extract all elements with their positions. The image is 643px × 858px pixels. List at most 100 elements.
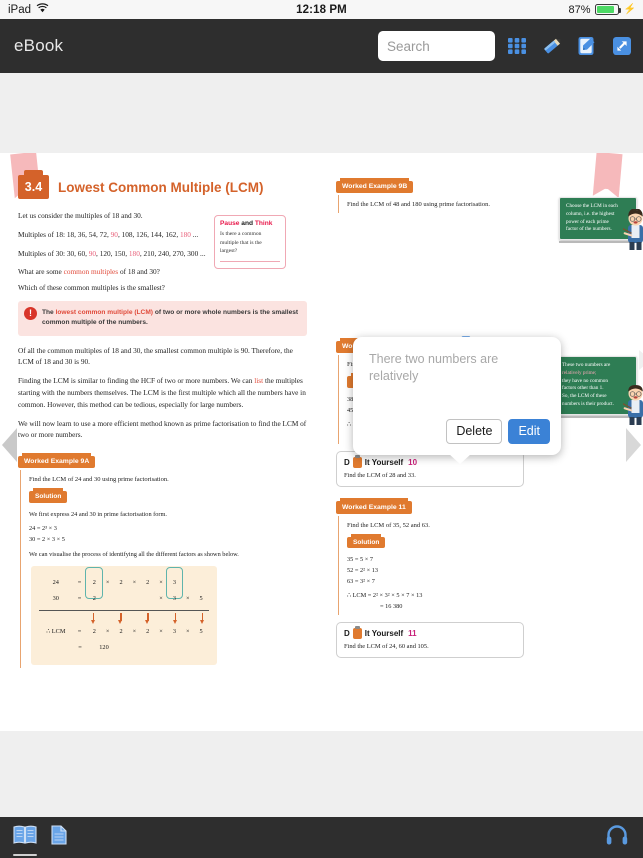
clock: 12:18 PM xyxy=(296,3,347,16)
headphones-icon[interactable] xyxy=(605,824,629,851)
q1-highlight: common multiples xyxy=(63,267,119,277)
m18-mid: , 108, 126, 144, 162, xyxy=(117,229,180,239)
row1-c5: × xyxy=(159,579,163,587)
q1-b: of 18 and 30? xyxy=(118,267,160,277)
row2-label: 30 xyxy=(52,595,59,603)
lcm-c1: × xyxy=(105,628,110,636)
board2-line5: So, the LCM of these xyxy=(562,393,607,400)
teacher-character-1 xyxy=(622,208,643,251)
delete-note-button[interactable]: Delete xyxy=(446,418,503,444)
add-note-icon[interactable] xyxy=(574,33,600,59)
two-page-view-icon[interactable] xyxy=(12,824,38,856)
worked-example-9b-tag: Worked Example 9B xyxy=(336,177,414,193)
callout-a: The xyxy=(42,309,56,317)
m30-highlight-90: 90 xyxy=(88,248,97,258)
lcm-c2: 2 xyxy=(119,628,123,636)
diy10-body: Find the LCM of 28 and 33. xyxy=(344,471,416,479)
row1-c6: 3 xyxy=(165,566,184,599)
bottom-toolbar xyxy=(0,817,643,858)
we11-l3: 63 = 3² × 7 xyxy=(347,578,375,586)
pause-and-think-body: Is there a common multiple that is the l… xyxy=(220,231,262,255)
top-toolbar: eBook xyxy=(0,19,643,73)
worked-example-9a: Worked Example 9A Find the LCM of 24 and… xyxy=(18,450,307,668)
lcm-c6: 3 xyxy=(172,628,176,636)
next-page-arrow[interactable] xyxy=(626,428,641,462)
expand-fullscreen-icon[interactable] xyxy=(609,33,635,59)
we9a-line2: 24 = 2³ × 3 xyxy=(29,524,57,532)
lcm-c4: 2 xyxy=(146,628,150,636)
previous-page-arrow[interactable] xyxy=(2,428,17,462)
we9a-line4: We can visualise the process of identify… xyxy=(29,550,239,558)
grid-thumbnails-icon[interactable] xyxy=(504,33,530,59)
we11-l5: = 16 380 xyxy=(380,603,403,611)
search-input[interactable] xyxy=(387,38,486,54)
m30-highlight-180: 180 xyxy=(128,248,140,258)
row1-c2: 2 xyxy=(119,579,123,587)
row2-c0: 2 xyxy=(92,595,96,603)
we9a-solution-tag: Solution xyxy=(29,488,68,503)
row1-c3: × xyxy=(132,579,137,587)
result-eq: = xyxy=(78,644,82,652)
highlighter-pencil-icon[interactable] xyxy=(539,33,565,59)
board1-line1: Choose the LCM in each xyxy=(566,203,618,209)
search-field[interactable] xyxy=(378,31,495,61)
m30-suffix: , 210, 240, 270, 300 ... xyxy=(139,248,206,258)
teacher-character-2 xyxy=(622,384,643,426)
note-text: There two numbers are relatively xyxy=(369,352,499,383)
section-number-badge: 3.4 xyxy=(18,170,49,199)
pause-rule xyxy=(220,260,280,262)
worked-example-11-tag: Worked Example 11 xyxy=(336,498,412,514)
paragraph-all-multiples: Of all the common multiples of 18 and 30… xyxy=(18,345,293,367)
we9a-line3: 30 = 2 × 3 × 5 xyxy=(29,535,65,543)
view-mode-group xyxy=(0,824,68,856)
charging-bolt-icon: ⚡ xyxy=(623,4,636,15)
do-it-yourself-10: D It Yourself 10 Find the LCM of 28 and … xyxy=(336,450,524,487)
bookmark-ribbon-right xyxy=(593,153,623,191)
we11-l4: ∴ LCM = 2² × 3² × 5 × 7 × 13 xyxy=(347,592,423,600)
table-result-row: = 120 xyxy=(39,640,209,656)
note-popover-actions: Delete Edit xyxy=(446,418,550,444)
toolbar-actions xyxy=(378,31,635,61)
diy11-heading: D It Yourself 11 xyxy=(344,626,516,640)
pause-use: use xyxy=(228,220,242,227)
worked-example-11: Worked Example 11 Find the LCM of 35, 52… xyxy=(336,496,627,616)
we9a-question: Find the LCM of 24 and 30 using prime fa… xyxy=(29,476,169,484)
battery-percent: 87% xyxy=(568,3,591,16)
status-right: 87% ⚡ xyxy=(569,4,636,16)
lcm-label: ∴ LCM xyxy=(46,628,66,636)
callout-highlight: lowest common multiple (LCM) xyxy=(55,309,154,317)
table-row: 24 = 2 × 2 × 2 × 3 xyxy=(39,566,209,599)
we11-l2: 52 = 2² × 13 xyxy=(347,567,379,575)
find-highlight: list xyxy=(254,376,264,386)
board2-line2: relatively prime; xyxy=(562,369,597,376)
diy11-body: Find the LCM of 24, 60 and 105. xyxy=(344,643,429,651)
blackboard-hint-2: These two numbers are relatively prime; … xyxy=(555,350,643,425)
diy10-suffix: It Yourself xyxy=(364,457,404,467)
single-page-view-icon[interactable] xyxy=(50,824,68,851)
battery-icon xyxy=(594,4,621,15)
pointer-flag-icon xyxy=(639,350,643,370)
diy11-prefix: D xyxy=(344,629,350,639)
board2-line6: numbers is their product. xyxy=(562,400,614,407)
down-arrow-icon xyxy=(141,612,155,624)
clipboard-icon xyxy=(352,454,362,468)
row2-c8: 5 xyxy=(199,595,203,603)
worked-example-9a-tag: Worked Example 9A xyxy=(18,452,96,469)
we11-solution-tag: Solution xyxy=(347,533,386,549)
worked-example-9a-body: Find the LCM of 24 and 30 using prime fa… xyxy=(20,470,307,668)
row1-label: 24 xyxy=(52,579,59,587)
row1-eq: = xyxy=(77,579,82,587)
down-arrow-icon xyxy=(168,612,182,624)
find-a: Finding the LCM is similar to finding th… xyxy=(18,376,255,386)
edit-note-button[interactable]: Edit xyxy=(508,418,550,444)
lcm-c7: × xyxy=(185,628,190,636)
down-arrow-icon xyxy=(87,612,101,624)
popover-tail xyxy=(449,454,471,464)
lcm-c8: 5 xyxy=(199,628,203,636)
we11-l1: 35 = 5 × 7 xyxy=(347,556,373,564)
diy10-prefix: D xyxy=(344,457,350,467)
left-page: 3.4 Lowest Common Multiple (LCM) Let us … xyxy=(0,153,321,731)
result-value: 120 xyxy=(99,644,109,652)
m18-suffix: ... xyxy=(190,229,199,239)
ebook-app: iPad 12:18 PM 87% ⚡ eBook Search 3.4 Low… xyxy=(0,0,643,858)
